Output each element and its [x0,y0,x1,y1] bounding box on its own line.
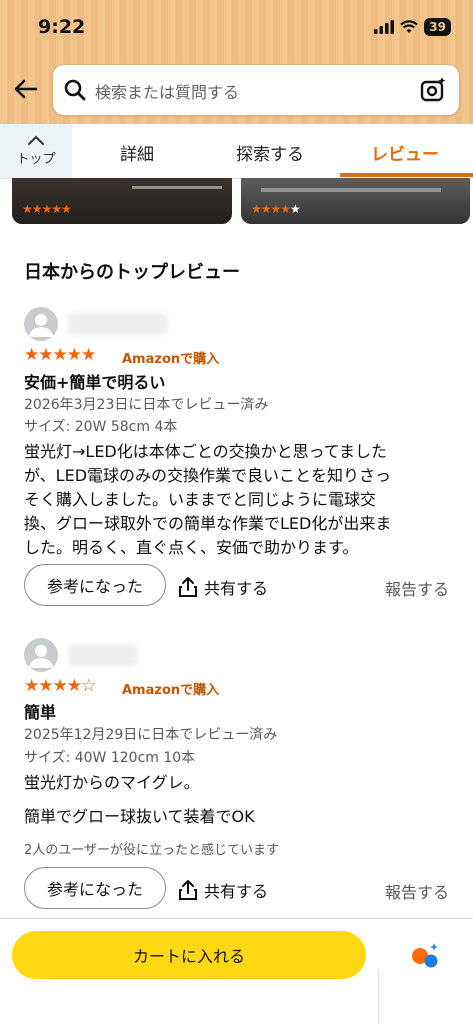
helpful-button[interactable]: 参考になった [24,564,166,606]
review-body: 蛍光灯→LED化は本体ごとの交換かと思ってました が、LED電球のみの交換作業で… [24,440,454,560]
verified-purchase: Amazonで購入 [122,352,220,367]
review-variant: サイズ: 40W 120cm 10本 [24,750,196,766]
review-variant: サイズ: 20W 58cm 4本 [24,419,178,435]
thumb-rating-stars: ★★★★★ [22,202,72,216]
user-icon [29,645,53,668]
divider [378,970,379,1024]
rating-stars: ★★★★★ [24,345,96,365]
image-detail [261,188,441,192]
review-title: 安価+簡単で明るい [24,373,166,392]
share-label: 共有する [204,579,269,598]
reviewer-name [68,644,138,666]
bottom-action-bar: カートに入れる [0,918,473,1025]
chevron-up-icon [28,135,44,145]
review-body-line: が、LED電球のみの交換作業で良いことを知りさっ [24,466,392,485]
tab-explore[interactable]: 探索する [236,140,304,165]
section-title: 日本からのトップレビュー [24,262,240,283]
review-image[interactable]: ★★★★★ [241,178,470,224]
rufus-assistant-icon[interactable] [410,943,440,969]
review-body-line: した。明るく、直ぐ点く、安価で助かります。 [24,538,359,557]
tab-top-label: トップ [16,152,56,167]
search-icon [64,79,86,101]
back-button[interactable] [10,74,42,106]
review-title: 簡単 [24,703,57,722]
verified-purchase: Amazonで購入 [122,683,220,698]
helpful-button[interactable]: 参考になった [24,867,166,909]
signal-icon [374,20,395,34]
camera-search-icon[interactable] [419,76,447,104]
review-body-line: 換、グロー球取外での簡単な作業でLED化が出来ま [24,514,392,533]
status-bar: 9:22 39 [0,0,473,56]
search-placeholder: 検索または質問する [95,83,240,102]
status-time: 9:22 [38,16,86,38]
add-to-cart-button[interactable]: カートに入れる [12,931,366,979]
user-icon [29,314,53,337]
review-body-line: そく購入しました。いままでと同じように電球交 [24,490,377,509]
active-tab-indicator [340,173,473,177]
tab-reviews[interactable]: レビュー [371,140,439,165]
image-detail [132,186,222,189]
avatar [24,307,58,341]
review-body: 蛍光灯からのマイグレ。 簡単でグロー球抜いて装着でOK [24,771,454,829]
review-body-line: 蛍光灯からのマイグレ。 [24,773,200,792]
share-button[interactable]: 共有する [178,878,268,902]
tab-back-to-top[interactable]: トップ [0,124,72,178]
review-date: 2026年3月23日に日本でレビュー済み [24,397,269,413]
reviewer-name [68,313,168,335]
share-icon [179,577,197,597]
thumb-rating-stars: ★★★★★ [251,202,301,216]
helpful-count: 2人のユーザーが役に立ったと感じています [24,843,280,858]
rating-stars: ★★★★☆ [24,676,96,696]
review-image-strip: ★★★★★ ★★★★★ [0,178,473,226]
share-label: 共有する [204,882,269,901]
review-date: 2025年12月29日に日本でレビュー済み [24,727,278,743]
status-icons: 39 [374,18,451,36]
report-link[interactable]: 報告する [385,576,449,600]
review-body-line: 蛍光灯→LED化は本体ごとの交換かと思ってました [24,442,387,461]
review-image[interactable]: ★★★★★ [12,178,232,224]
share-icon [179,880,197,900]
report-link[interactable]: 報告する [385,879,449,903]
back-arrow-icon [14,79,38,99]
tab-details[interactable]: 詳細 [120,140,154,165]
search-input[interactable]: 検索または質問する [52,64,460,116]
tab-bar: トップ 詳細 探索する レビュー [0,124,473,179]
wifi-icon [400,20,419,33]
avatar [24,638,58,672]
share-button[interactable]: 共有する [178,575,268,599]
battery-indicator: 39 [424,18,451,36]
review-body-line: 簡単でグロー球抜いて装着でOK [24,807,255,826]
